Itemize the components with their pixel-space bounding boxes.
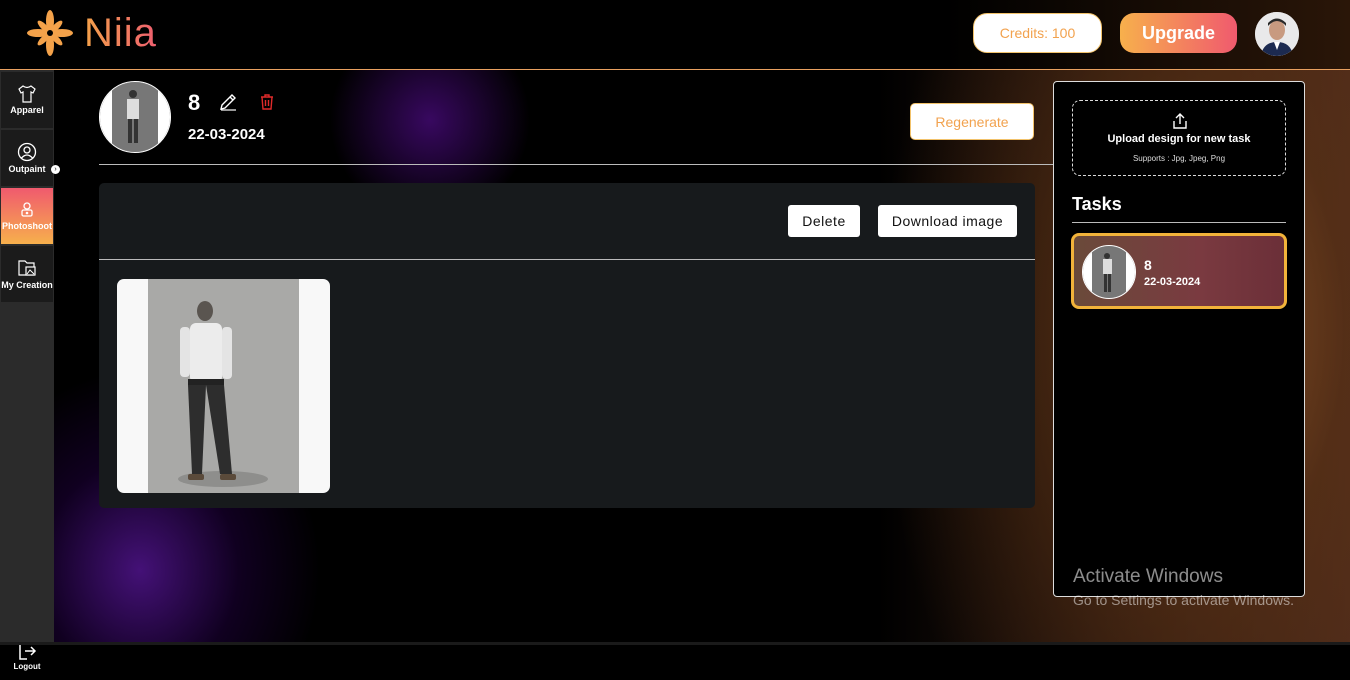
flower-logo-icon (27, 10, 73, 56)
user-circle-icon (17, 142, 37, 162)
upload-dropzone[interactable]: Upload design for new task Supports : Jp… (1072, 100, 1286, 176)
task-list-date: 22-03-2024 (1144, 276, 1201, 288)
tasks-divider (1072, 222, 1286, 223)
activate-windows-title: Activate Windows (1073, 566, 1223, 587)
results-panel: Delete Download image (99, 183, 1035, 508)
logout-button[interactable]: Logout (1, 640, 53, 680)
sidebar-item-my-creation[interactable]: My Creation (1, 246, 53, 302)
shirt-icon (18, 85, 36, 103)
user-avatar[interactable] (1255, 12, 1299, 56)
upload-title: Upload design for new task (1107, 133, 1251, 145)
regenerate-button[interactable]: Regenerate (910, 103, 1034, 140)
task-date: 22-03-2024 (188, 126, 265, 143)
download-image-button[interactable]: Download image (878, 205, 1017, 237)
sidebar-item-apparel[interactable]: Apparel (1, 72, 53, 128)
sidebar-item-outpaint[interactable]: Outpaint (1, 130, 53, 186)
task-list-item[interactable]: 8 22-03-2024 (1071, 233, 1287, 309)
generated-image-card[interactable] (117, 279, 330, 493)
upgrade-button[interactable]: Upgrade (1120, 13, 1237, 53)
panel-divider (99, 259, 1035, 260)
task-thumbnail (99, 81, 171, 153)
task-title: 8 (188, 90, 201, 115)
sidebar-item-photoshoot[interactable]: Photoshoot (1, 188, 53, 244)
generated-photo (148, 279, 299, 493)
task-list-thumbnail (1082, 245, 1136, 299)
sidebar-item-label: Photoshoot (2, 221, 52, 231)
tasks-panel: Upload design for new task Supports : Jp… (1053, 81, 1305, 597)
task-header: 8 22-03-2024 Regenerate (99, 81, 1054, 165)
sidebar-item-label: My Creation (1, 280, 53, 290)
top-header: Niia Credits: 100 Upgrade (0, 0, 1350, 70)
sidebar-collapse-toggle[interactable]: › (51, 165, 60, 174)
trash-icon[interactable] (259, 93, 275, 116)
logout-label: Logout (13, 662, 41, 671)
sidebar-item-label: Outpaint (8, 164, 46, 174)
folder-image-icon (18, 260, 36, 276)
delete-button[interactable]: Delete (788, 205, 860, 237)
sidebar-item-label: Apparel (10, 105, 44, 115)
task-list-name: 8 (1144, 257, 1152, 273)
avatar-photo (1255, 12, 1299, 56)
camera-person-icon (21, 202, 33, 217)
upload-supports: Supports : Jpg, Jpeg, Png (1132, 154, 1226, 163)
upload-icon (1173, 113, 1187, 129)
logo-text: Niia (84, 10, 157, 55)
credits-badge[interactable]: Credits: 100 (973, 13, 1102, 53)
logo[interactable]: Niia (26, 10, 157, 56)
edit-icon[interactable] (218, 92, 238, 117)
activate-windows-subtitle: Go to Settings to activate Windows. (1073, 592, 1294, 608)
tasks-heading: Tasks (1072, 194, 1122, 214)
left-sidebar: Apparel Outpaint Photoshoot My Creation … (0, 70, 60, 671)
